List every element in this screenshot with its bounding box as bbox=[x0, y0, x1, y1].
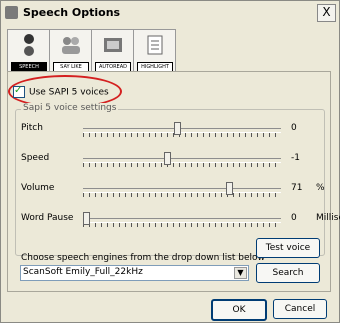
use-sapi-checkbox[interactable] bbox=[13, 85, 25, 98]
word-pause-slider-row: Word Pause 0 Millisecs bbox=[21, 211, 340, 229]
ok-button[interactable]: OK bbox=[211, 299, 267, 321]
tab-speech[interactable]: SPEECH bbox=[7, 29, 50, 73]
engines-label: Choose speech engines from the drop down… bbox=[21, 253, 265, 263]
pitch-slider-row: Pitch 0 bbox=[21, 121, 321, 139]
speed-slider-row: Speed -1 bbox=[21, 151, 321, 169]
use-sapi-label: Use SAPI 5 voices bbox=[29, 87, 109, 98]
tab-highlight[interactable]: HIGHLIGHT bbox=[133, 29, 176, 73]
window-title: Speech Options bbox=[23, 6, 121, 19]
voice-settings-label: Sapi 5 voice settings bbox=[21, 103, 119, 113]
speed-thumb[interactable] bbox=[164, 152, 172, 165]
cancel-button[interactable]: Cancel bbox=[273, 299, 327, 319]
tab-say-like[interactable]: SAY LIKE bbox=[49, 29, 92, 73]
tab-strip: SPEECH SAY LIKE AUTOREAD HIGHLIGHT bbox=[7, 29, 227, 73]
volume-value: 71 bbox=[291, 183, 303, 193]
autoread-icon bbox=[104, 38, 122, 52]
app-icon bbox=[5, 6, 18, 19]
use-sapi-checkbox-row[interactable]: Use SAPI 5 voices bbox=[13, 85, 109, 98]
volume-slider-row: Volume 71 % bbox=[21, 181, 325, 199]
speed-ticks bbox=[83, 163, 281, 167]
people-icon bbox=[62, 37, 80, 54]
speech-engine-select[interactable]: ScanSoft Emily_Full_22kHz ▼ bbox=[20, 265, 249, 281]
chevron-down-icon[interactable]: ▼ bbox=[234, 267, 247, 279]
pitch-value: 0 bbox=[291, 123, 297, 133]
word-pause-label: Word Pause bbox=[21, 213, 74, 223]
search-button[interactable]: Search bbox=[256, 263, 320, 283]
word-pause-unit: Millisecs bbox=[316, 213, 340, 223]
pitch-thumb[interactable] bbox=[173, 122, 181, 135]
speech-icon bbox=[24, 34, 34, 56]
document-icon bbox=[147, 35, 163, 55]
tab-autoread[interactable]: AUTOREAD bbox=[91, 29, 134, 73]
word-pause-thumb[interactable] bbox=[83, 212, 90, 225]
title-bar: Speech Options X bbox=[1, 1, 339, 24]
speed-label: Speed bbox=[21, 153, 50, 163]
speech-engine-value: ScanSoft Emily_Full_22kHz bbox=[23, 267, 143, 277]
close-button[interactable]: X bbox=[317, 4, 336, 22]
speed-value: -1 bbox=[291, 153, 300, 163]
pitch-label: Pitch bbox=[21, 123, 43, 133]
volume-label: Volume bbox=[21, 183, 55, 193]
word-pause-ticks bbox=[83, 223, 281, 227]
test-voice-button[interactable]: Test voice bbox=[256, 238, 320, 258]
pitch-ticks bbox=[83, 133, 281, 137]
speech-options-window: Speech Options X SPEECH SAY LIKE AUTOREA… bbox=[0, 0, 340, 323]
volume-ticks bbox=[83, 193, 281, 197]
volume-unit: % bbox=[316, 183, 325, 193]
volume-thumb[interactable] bbox=[225, 182, 233, 195]
word-pause-value: 0 bbox=[291, 213, 297, 223]
